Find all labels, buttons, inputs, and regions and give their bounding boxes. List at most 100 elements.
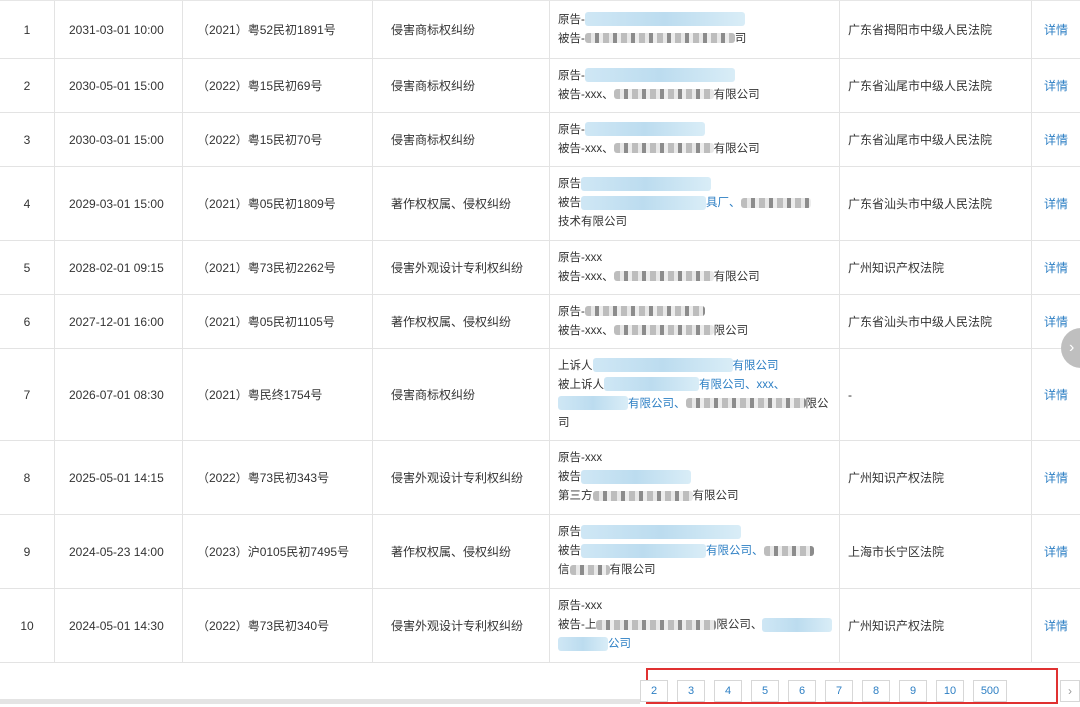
table-row: 7 2026-07-01 08:30 （2021）粤民终1754号 侵害商标权纠… [0,349,1080,441]
redacted-text [763,545,814,556]
table-row: 9 2024-05-23 14:00 （2023）沪0105民初7495号 著作… [0,515,1080,589]
parties: 原告-xxx 被告 第三方 有限公司 [550,441,840,514]
hearing-date: 2025-05-01 14:15 [55,441,183,514]
redacted-text [596,619,717,630]
hearing-date: 2030-03-01 15:00 [55,113,183,166]
case-reason: 侵害商标权纠纷 [373,1,550,58]
hearing-date: 2029-03-01 15:00 [55,167,183,240]
redacted-text [558,636,608,651]
parties: 原告-xxx 被告-xxx、 有限公司 [550,241,840,294]
page-500[interactable]: 500 [973,680,1007,702]
hearing-date: 2031-03-01 10:00 [55,1,183,58]
case-number: （2021）粤民终1754号 [183,349,373,440]
page-9[interactable]: 9 [899,680,927,702]
case-number: （2022）粤15民初69号 [183,59,373,112]
case-reason: 侵害商标权纠纷 [373,59,550,112]
redacted-text [592,358,733,373]
parties: 原告- 被告- 司 [550,1,840,58]
case-reason: 侵害外观设计专利权纠纷 [373,441,550,514]
detail-link[interactable]: 详情 [1032,1,1080,58]
case-number: （2021）粤05民初1105号 [183,295,373,348]
redacted-text [685,398,806,409]
chevron-right-icon: › [1068,684,1072,698]
case-reason: 著作权权属、侵权纠纷 [373,295,550,348]
row-number: 6 [0,295,55,348]
detail-link[interactable]: 详情 [1032,113,1080,166]
court-name: 广州知识产权法院 [840,241,1032,294]
case-number: （2021）粤73民初2262号 [183,241,373,294]
chevron-right-icon: › [1069,339,1075,356]
next-page-button[interactable]: › [1060,680,1080,702]
redacted-text [613,89,714,100]
pagination: 2 3 4 5 6 7 8 9 10 500 [640,680,1007,704]
case-reason: 著作权权属、侵权纠纷 [373,167,550,240]
row-number: 7 [0,349,55,440]
case-number: （2022）粤73民初340号 [183,589,373,662]
parties: 原告 被告 有限公司、 信有限公司 [550,515,840,588]
redacted-text [581,524,741,539]
redacted-text [613,143,714,154]
hearing-date: 2028-02-01 09:15 [55,241,183,294]
redacted-text [613,325,714,336]
row-number: 8 [0,441,55,514]
horizontal-scrollbar[interactable] [0,699,640,704]
court-name: - [840,349,1032,440]
row-number: 10 [0,589,55,662]
case-number: （2022）粤15民初70号 [183,113,373,166]
table-row: 6 2027-12-01 16:00 （2021）粤05民初1105号 著作权权… [0,295,1080,349]
table-row: 2 2030-05-01 15:00 （2022）粤15民初69号 侵害商标权纠… [0,59,1080,113]
parties: 原告 被告 具厂、 技术有限公司 [550,167,840,240]
detail-link[interactable]: 详情 [1032,515,1080,588]
page-7[interactable]: 7 [825,680,853,702]
row-number: 5 [0,241,55,294]
table-row: 4 2029-03-01 15:00 （2021）粤05民初1809号 著作权权… [0,167,1080,241]
redacted-text [581,195,706,210]
redacted-text [584,122,705,137]
page-10[interactable]: 10 [936,680,964,702]
detail-link[interactable]: 详情 [1032,241,1080,294]
redacted-text [581,469,691,484]
case-reason: 侵害外观设计专利权纠纷 [373,589,550,662]
case-number: （2021）粤52民初1891号 [183,1,373,58]
page-6[interactable]: 6 [788,680,816,702]
parties: 原告-xxx 被告-上 限公司、 公司 [550,589,840,662]
table-row: 8 2025-05-01 14:15 （2022）粤73民初343号 侵害外观设… [0,441,1080,515]
court-name: 广东省汕尾市中级人民法院 [840,113,1032,166]
redacted-text [581,543,706,558]
detail-link[interactable]: 详情 [1032,441,1080,514]
redacted-text [584,12,745,27]
party-line: 被告- [558,32,585,45]
detail-link[interactable]: 详情 [1032,59,1080,112]
hearing-date: 2026-07-01 08:30 [55,349,183,440]
row-number: 1 [0,1,55,58]
page-3[interactable]: 3 [677,680,705,702]
party-line: 原告- [558,13,585,26]
parties: 原告- 被告-xxx、 有限公司 [550,59,840,112]
hearing-table: 1 2031-03-01 10:00 （2021）粤52民初1891号 侵害商标… [0,0,1080,663]
row-number: 4 [0,167,55,240]
page-2[interactable]: 2 [640,680,668,702]
case-reason: 侵害外观设计专利权纠纷 [373,241,550,294]
row-number: 2 [0,59,55,112]
hearing-date: 2024-05-01 14:30 [55,589,183,662]
case-reason: 侵害商标权纠纷 [373,349,550,440]
redacted-text [584,33,735,44]
redacted-text [604,377,699,392]
court-name: 上海市长宁区法院 [840,515,1032,588]
redacted-text [592,490,693,501]
detail-link[interactable]: 详情 [1032,167,1080,240]
parties: 上诉人 有限公司 被上诉人 有限公司、xxx、 有限公司、 限公 司 [550,349,840,440]
parties: 原告- 被告-xxx、 限公司 [550,295,840,348]
redacted-text [613,271,714,282]
row-number: 9 [0,515,55,588]
redacted-text [740,197,811,208]
page-4[interactable]: 4 [714,680,742,702]
detail-link[interactable]: 详情 [1032,589,1080,662]
court-name: 广州知识产权法院 [840,441,1032,514]
redacted-text [569,564,610,575]
hearing-date: 2024-05-23 14:00 [55,515,183,588]
page-8[interactable]: 8 [862,680,890,702]
page-5[interactable]: 5 [751,680,779,702]
redacted-text [581,176,711,191]
parties: 原告- 被告-xxx、 有限公司 [550,113,840,166]
